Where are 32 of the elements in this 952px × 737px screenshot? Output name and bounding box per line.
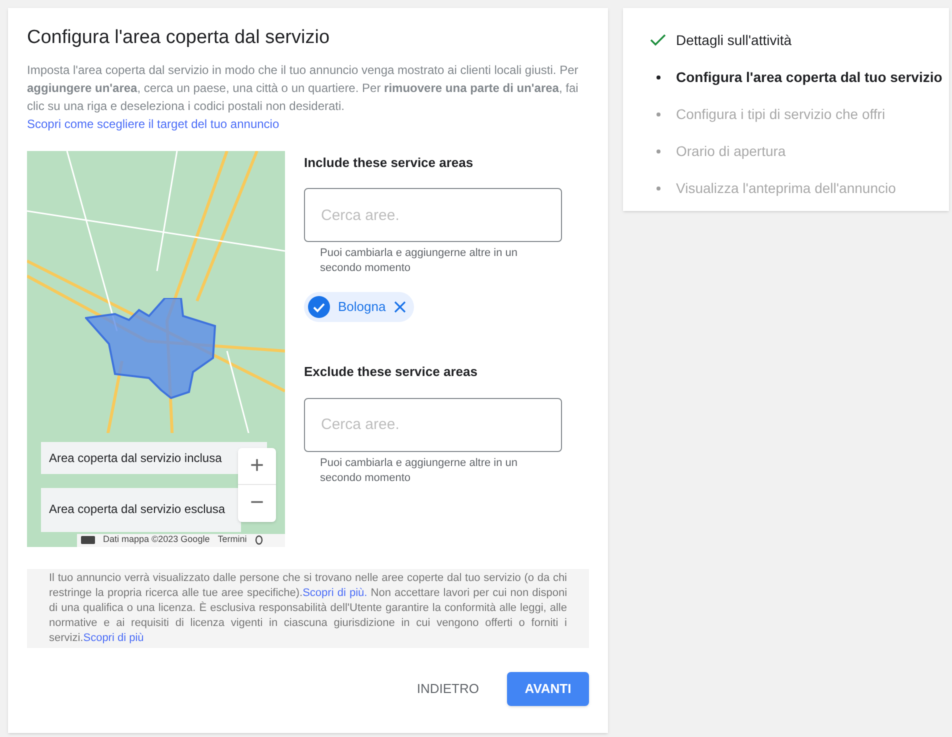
step-label: Visualizza l'anteprima dell'annuncio (676, 178, 896, 198)
back-button[interactable]: INDIETRO (416, 672, 479, 706)
check-icon (650, 34, 666, 46)
next-button[interactable]: AVANTI (507, 672, 589, 706)
section-heading: Exclude these service areas (304, 363, 478, 381)
page-title: Configura l'area coperta dal servizio (27, 26, 331, 50)
area-chip[interactable]: Bologna (304, 292, 414, 322)
intro-paragraph: Imposta l'area coperta dal servizio in modo che il tuo annuncio venga mostrato ai clienti locali giusti. Per aggiungere un'area, cerca un paese, una città o un quartiere. Per rimuovere una parte di un'area, fai clic su una riga e deseleziona i codici postali non desiderati. Scopri come scegliere il target del tuo annuncio (27, 62, 580, 132)
step-label: Configura i tipi di servizio che offri (676, 104, 886, 124)
step-label: Orario di apertura (676, 142, 786, 161)
terms-link[interactable]: Termini (218, 533, 247, 546)
step-label: Dettagli sull'attività (676, 30, 792, 50)
bullet-icon (656, 112, 660, 116)
map-attribution: Dati mappa ©2023 Google (103, 533, 210, 546)
learn-link[interactable]: Scopri come scegliere il target del tuo annuncio (27, 116, 280, 130)
bullet-icon (656, 74, 660, 80)
step-label: Configura l'area coperta dal tuo servizio (676, 68, 942, 87)
chip-label: Bologna (338, 298, 386, 316)
check-circle-icon (308, 296, 330, 318)
bullet-icon (656, 148, 660, 154)
zoom-out-button[interactable]: − (238, 484, 276, 522)
section-heading: Include these service areas (304, 154, 474, 172)
search-field[interactable]: Cerca aree. (304, 188, 562, 242)
search-field[interactable]: Cerca aree. (304, 398, 562, 452)
close-icon[interactable] (394, 301, 406, 313)
learn-more-link[interactable]: Scopri di più (83, 632, 144, 644)
notice-paragraph: Il tuo annuncio verrà visualizzato dalle persone che si trovano nelle aree coperte dal tuo servizio (o da chi restringe la propria ricerca alle tue aree specifiche).Scopri di più. Non accettare lavori per cui non disponi di una qualifica o una licenza. È esclusiva responsabilità dell'Utente garantire la conformità alle leggi, alle normative e ai requisiti di licenza vigenti in ciascuna giurisdizione in cui vengono offerti o forniti i servizi.Scopri di più (27, 568, 589, 648)
learn-more-link[interactable]: Scopri di più. (302, 586, 368, 598)
hint-text: Puoi cambiarla e aggiungerne altre in un secondo momento (319, 246, 519, 276)
legend-excluded: Area coperta dal servizio esclusa (41, 488, 241, 532)
bullet-icon (656, 186, 660, 190)
hint-text: Puoi cambiarla e aggiungerne altre in un secondo momento (319, 456, 519, 486)
